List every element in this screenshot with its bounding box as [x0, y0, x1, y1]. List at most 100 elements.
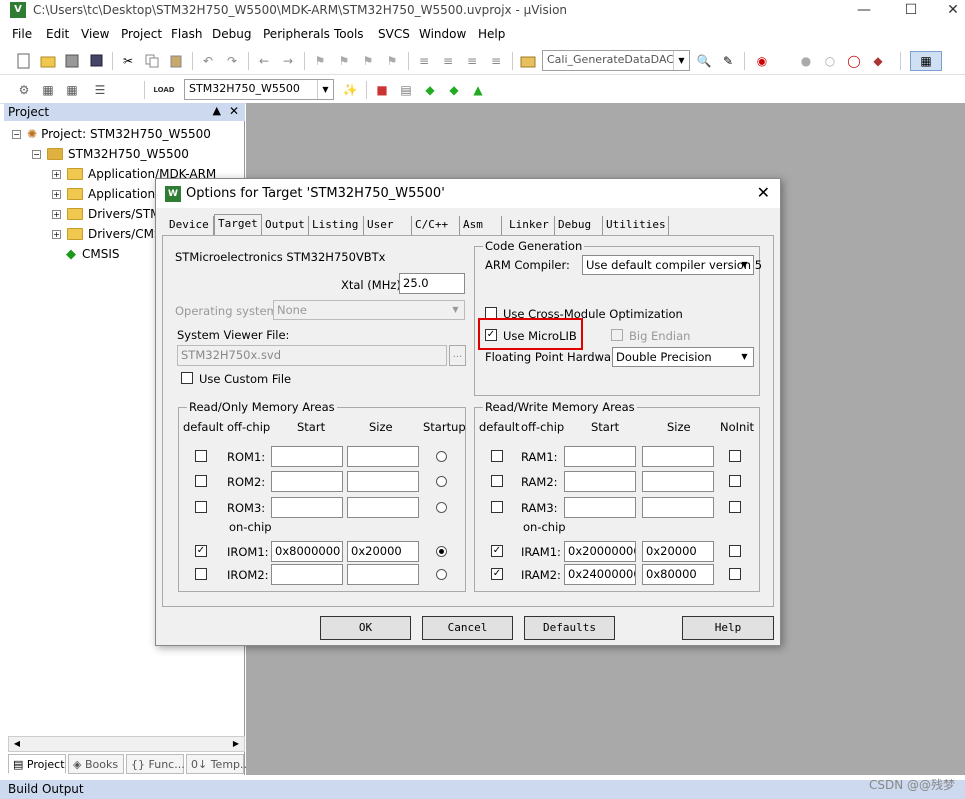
tab-utilities[interactable]: Utilities: [603, 216, 669, 235]
batch-build-icon[interactable]: ☰: [90, 80, 110, 100]
menu-tools[interactable]: Tools: [334, 27, 364, 41]
ram-default-checkbox[interactable]: [491, 501, 503, 513]
menu-debug[interactable]: Debug: [212, 27, 251, 41]
undo-icon[interactable]: ↶: [198, 51, 218, 71]
tab-device[interactable]: Device: [166, 216, 214, 235]
collapse-icon[interactable]: −: [12, 129, 21, 139]
help-button[interactable]: Help: [682, 616, 774, 640]
tab-target[interactable]: Target: [214, 214, 262, 236]
unindent-icon[interactable]: ≡: [438, 51, 458, 71]
build-icon[interactable]: ▦: [38, 80, 58, 100]
horizontal-scrollbar[interactable]: ◀ ▶: [8, 736, 245, 752]
fph-select[interactable]: Double Precision ▼: [612, 347, 754, 367]
ram-default-checkbox[interactable]: [491, 475, 503, 487]
ram-default-checkbox[interactable]: [491, 450, 503, 462]
close-window-button[interactable]: ✕: [930, 0, 965, 22]
rom-startup-radio[interactable]: [436, 451, 447, 462]
menu-edit[interactable]: Edit: [46, 27, 69, 41]
expand-icon[interactable]: +: [52, 209, 61, 219]
tree-project-root[interactable]: − ✺ Project: STM32H750_W5500: [12, 125, 211, 143]
ram-size-input[interactable]: [642, 497, 714, 518]
ram-start-input[interactable]: 0x20000000: [564, 541, 636, 562]
build-output-header[interactable]: Build Output: [0, 780, 965, 799]
next-bookmark-icon[interactable]: ⚑: [358, 51, 378, 71]
menu-flash[interactable]: Flash: [171, 27, 202, 41]
expand-icon[interactable]: +: [52, 169, 61, 179]
expand-icon[interactable]: +: [52, 189, 61, 199]
select-packs-icon[interactable]: ▤: [396, 80, 416, 100]
scroll-right-icon[interactable]: ▶: [228, 737, 244, 751]
rom-startup-radio[interactable]: [436, 502, 447, 513]
ram-noinit-checkbox[interactable]: [729, 501, 741, 513]
expand-icon[interactable]: +: [52, 229, 61, 239]
svf-browse-button[interactable]: ...: [449, 345, 466, 366]
rom-startup-radio[interactable]: [436, 569, 447, 580]
pack-installer-icon[interactable]: ◆: [420, 80, 440, 100]
nav-forward-icon[interactable]: →: [278, 51, 298, 71]
tree-group[interactable]: + Application/: [52, 185, 159, 203]
rom-size-input[interactable]: [347, 497, 419, 518]
rom-default-checkbox[interactable]: [195, 501, 207, 513]
manage-rte-icon[interactable]: ◆: [444, 80, 464, 100]
ram-size-input[interactable]: 0x80000: [642, 564, 714, 585]
disable-breakpoint-icon[interactable]: ○: [820, 51, 840, 71]
tab-listing[interactable]: Listing: [309, 216, 364, 235]
menu-view[interactable]: View: [81, 27, 109, 41]
ram-noinit-checkbox[interactable]: [729, 450, 741, 462]
rom-start-input[interactable]: [271, 446, 343, 467]
maximize-button[interactable]: ☐: [888, 0, 934, 22]
rom-size-input[interactable]: 0x20000: [347, 541, 419, 562]
tree-group[interactable]: + Drivers/CMS: [52, 225, 162, 243]
paste-icon[interactable]: [166, 51, 186, 71]
ram-noinit-checkbox[interactable]: [729, 568, 741, 580]
compiler-select[interactable]: Use default compiler version 5 ▼: [582, 255, 762, 275]
svf-input[interactable]: STM32H750x.svd: [177, 345, 447, 366]
menu-window[interactable]: Window: [419, 27, 466, 41]
indent-icon[interactable]: ≡: [414, 51, 434, 71]
clear-bookmarks-icon[interactable]: ⚑: [382, 51, 402, 71]
ram-start-input[interactable]: [564, 497, 636, 518]
rom-start-input[interactable]: [271, 497, 343, 518]
tab-project[interactable]: ▤ Project: [8, 754, 66, 774]
rebuild-icon[interactable]: ▦: [62, 80, 82, 100]
ram-noinit-checkbox[interactable]: [729, 475, 741, 487]
cut-icon[interactable]: ✂: [118, 51, 138, 71]
comment-icon[interactable]: ≡: [462, 51, 482, 71]
rom-size-input[interactable]: [347, 471, 419, 492]
ram-size-input[interactable]: [642, 471, 714, 492]
copy-icon[interactable]: [142, 51, 162, 71]
target-select[interactable]: STM32H750_W5500 ▼: [184, 79, 334, 100]
redo-icon[interactable]: ↷: [222, 51, 242, 71]
incremental-find-icon[interactable]: ✎: [718, 51, 738, 71]
uncomment-icon[interactable]: ≡: [486, 51, 506, 71]
rom-start-input[interactable]: 0x8000000: [271, 541, 343, 562]
kill-breakpoints-icon[interactable]: ◯: [844, 51, 864, 71]
find-in-files-icon[interactable]: [518, 51, 538, 71]
ram-noinit-checkbox[interactable]: [729, 545, 741, 557]
options-for-target-icon[interactable]: ✨: [340, 80, 360, 100]
tab-cpp[interactable]: C/C++: [412, 216, 460, 235]
window-layout-icon[interactable]: ▦: [910, 51, 942, 71]
ram-start-input[interactable]: [564, 446, 636, 467]
rom-startup-radio[interactable]: [436, 476, 447, 487]
manage-project-items-icon[interactable]: ■: [372, 80, 392, 100]
ram-default-checkbox[interactable]: ✓: [491, 545, 503, 557]
menu-svcs[interactable]: SVCS: [378, 27, 410, 41]
open-folder-icon[interactable]: [38, 51, 58, 71]
tree-group[interactable]: + Drivers/STM: [52, 205, 161, 223]
scroll-left-icon[interactable]: ◀: [9, 737, 25, 751]
rom-startup-radio[interactable]: [436, 546, 447, 557]
big-endian-checkbox[interactable]: [611, 329, 623, 341]
tab-debug[interactable]: Debug: [555, 216, 603, 235]
ram-default-checkbox[interactable]: ✓: [491, 568, 503, 580]
custom-file-checkbox[interactable]: [181, 372, 193, 384]
tree-target[interactable]: − STM32H750_W5500: [32, 145, 189, 163]
rom-default-checkbox[interactable]: [195, 450, 207, 462]
collapse-icon[interactable]: −: [32, 149, 41, 159]
bookmark-icon[interactable]: ⚑: [310, 51, 330, 71]
nav-back-icon[interactable]: ←: [254, 51, 274, 71]
rom-default-checkbox[interactable]: ✓: [195, 545, 207, 557]
find-icon[interactable]: 🔍: [694, 51, 714, 71]
ram-size-input[interactable]: 0x20000: [642, 541, 714, 562]
cancel-button[interactable]: Cancel: [422, 616, 513, 640]
